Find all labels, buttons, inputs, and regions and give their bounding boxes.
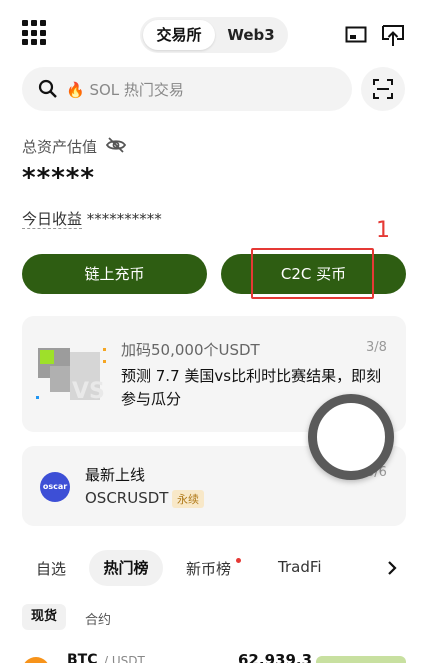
row-quote: / USDT <box>104 654 145 663</box>
scan-icon <box>373 79 393 99</box>
chevron-right-icon[interactable] <box>384 558 400 582</box>
btc-coin-icon <box>22 657 50 663</box>
new-dot-badge <box>236 558 241 563</box>
today-earnings-value: ********** <box>86 210 162 228</box>
upload-screen-icon[interactable] <box>380 22 406 52</box>
row-change-badge[interactable] <box>316 656 406 663</box>
search-placeholder: 🔥 SOL 热门交易 <box>66 81 184 99</box>
tab-new-coins[interactable]: 新币榜 <box>186 558 231 579</box>
tab-tradfi[interactable]: TradFi <box>278 558 322 576</box>
c2c-buy-button[interactable]: C2C 买币 <box>221 254 406 294</box>
tabs-fade <box>345 550 380 586</box>
floating-assistant-button[interactable] <box>308 394 394 480</box>
tab-favorites[interactable]: 自选 <box>36 558 66 579</box>
new-listing-title: 最新上线 <box>85 466 146 484</box>
promo-tag: 加码50,000个USDT <box>121 341 260 359</box>
tab-web3[interactable]: Web3 <box>218 20 284 50</box>
apps-grid-icon[interactable] <box>22 20 48 46</box>
search-icon <box>38 79 58 103</box>
today-earnings-label[interactable]: 今日收益 <box>22 210 83 229</box>
svg-text:VS: VS <box>72 379 105 404</box>
row-symbol: BTC <box>67 652 98 663</box>
total-assets-value: ***** <box>22 163 95 193</box>
search-bar[interactable]: 🔥 SOL 热门交易 <box>22 67 352 111</box>
promo-page-indicator: 3/8 <box>366 340 387 355</box>
eye-hidden-icon[interactable] <box>105 136 127 158</box>
tab-exchange[interactable]: 交易所 <box>143 20 215 50</box>
mode-switch: 交易所 Web3 <box>140 17 288 53</box>
promo-image: VS <box>36 344 106 404</box>
row-price: 62,939.3 <box>238 651 313 663</box>
tab-hot[interactable]: 热门榜 <box>89 550 163 586</box>
annotation-number: 1 <box>376 218 390 243</box>
screen-icon[interactable] <box>344 22 368 50</box>
total-assets-label: 总资产估值 <box>22 138 98 156</box>
new-listing-symbol: OSCRUSDT <box>85 489 169 507</box>
subtab-futures[interactable]: 合约 <box>85 609 111 628</box>
oscar-logo: oscar <box>40 472 70 502</box>
perpetual-badge: 永续 <box>172 490 204 508</box>
today-earnings: 今日收益 ********** <box>22 208 162 229</box>
subtab-spot[interactable]: 现货 <box>22 604 66 630</box>
scan-button[interactable] <box>361 67 405 111</box>
onchain-deposit-button[interactable]: 链上充币 <box>22 254 207 294</box>
